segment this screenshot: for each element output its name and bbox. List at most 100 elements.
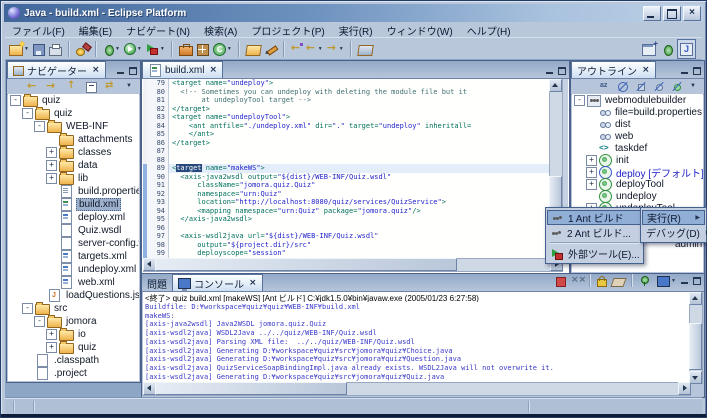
console-maximize-icon[interactable] xyxy=(692,276,701,285)
back-button[interactable] xyxy=(25,78,40,96)
outline-tree-item[interactable]: web xyxy=(572,130,703,142)
scroll-up-icon[interactable] xyxy=(549,79,562,92)
code-line[interactable]: 91 className="jomora.quiz.Quiz" xyxy=(143,181,551,190)
menubar-item[interactable]: ヘルプ(H) xyxy=(460,22,518,37)
collapse-icon[interactable]: - xyxy=(574,95,585,106)
expand-icon[interactable]: + xyxy=(46,147,57,158)
outline-close-icon[interactable]: × xyxy=(642,65,650,75)
navigator-tree-item[interactable]: undeploy.xml xyxy=(8,263,139,276)
console-tab-problems[interactable]: 問題 xyxy=(142,275,172,291)
navigator-tree-item[interactable]: web.xml xyxy=(8,276,139,289)
menubar-item[interactable]: 検索(A) xyxy=(197,22,244,37)
expand-icon[interactable]: + xyxy=(586,155,597,166)
view-menu-button[interactable] xyxy=(688,78,700,96)
navigator-tree-item[interactable]: -WEB-INF xyxy=(8,120,139,133)
menu-item[interactable]: 2 Ant ビルド... xyxy=(547,225,642,240)
collapse-icon[interactable]: - xyxy=(34,316,45,327)
menubar-item[interactable]: 実行(R) xyxy=(332,22,380,37)
navigator-tree-item[interactable]: loadQuestions.jsp xyxy=(8,289,139,302)
expand-icon[interactable]: + xyxy=(586,179,597,190)
code-line[interactable]: 99 deployscope="session" xyxy=(143,249,551,258)
navigator-tree-item[interactable]: build.xml xyxy=(8,198,139,211)
forward-button[interactable] xyxy=(44,78,59,96)
navigator-tree-item[interactable]: Quiz.wsdl xyxy=(8,224,139,237)
save-button[interactable] xyxy=(31,40,47,58)
expand-icon[interactable]: + xyxy=(46,329,57,340)
editor-maximize-icon[interactable] xyxy=(557,66,566,75)
outline-tree-item[interactable]: dist xyxy=(572,118,703,130)
navigator-tree-item[interactable]: deploy.xml xyxy=(8,211,139,224)
collapse-icon[interactable]: - xyxy=(22,303,33,314)
navigator-tree-item[interactable]: +data xyxy=(8,159,139,172)
collapse-all-button[interactable] xyxy=(84,78,99,96)
sort-button[interactable] xyxy=(598,78,612,96)
code-line[interactable]: 90 <axis-java2wsdl output="${dist}/WEB-I… xyxy=(143,173,551,182)
up-button[interactable] xyxy=(63,78,80,96)
navigator-tab[interactable]: ナビゲーター × xyxy=(7,61,106,78)
code-line[interactable]: 95 </axis-java2wsdl> xyxy=(143,215,551,224)
code-line[interactable]: 79<target name="undeploy"> xyxy=(143,79,551,88)
outline-tree-item[interactable]: taskdef xyxy=(572,142,703,154)
scroll-right-icon[interactable] xyxy=(678,382,691,395)
outline-tree-item[interactable]: -webmodulebuilder xyxy=(572,94,703,106)
editor-minimize-icon[interactable] xyxy=(545,66,554,75)
code-line[interactable]: 85 </ant> xyxy=(143,130,551,139)
perspective-debug-button[interactable] xyxy=(660,40,675,58)
code-line[interactable]: 87 xyxy=(143,147,551,156)
navigator-minimize-icon[interactable] xyxy=(116,66,125,75)
navigator-tree-item[interactable]: +classes xyxy=(8,146,139,159)
filter-properties-button[interactable] xyxy=(652,78,666,96)
new-wizard-button[interactable]: ▼ xyxy=(7,40,31,58)
navigator-tree-item[interactable]: -quiz xyxy=(8,107,139,120)
open-perspective-button[interactable] xyxy=(640,40,658,58)
open-file-button[interactable] xyxy=(244,40,263,58)
console-vscrollbar[interactable] xyxy=(689,292,703,384)
navigator-tree-item[interactable]: -src xyxy=(8,302,139,315)
hide-internal-button[interactable] xyxy=(616,78,630,96)
menubar-item[interactable]: プロジェクト(P) xyxy=(244,22,331,37)
outline-maximize-icon[interactable] xyxy=(692,66,701,75)
code-line[interactable]: 89<target name="makeWS"> xyxy=(143,164,551,173)
console-hscrollbar[interactable] xyxy=(143,382,691,396)
navigator-tree-item[interactable]: targets.xml xyxy=(8,250,139,263)
maximize-button[interactable] xyxy=(663,6,681,21)
code-line[interactable]: 93 location="http://localhost:8080/quiz/… xyxy=(143,198,551,207)
collapse-icon[interactable]: - xyxy=(10,95,21,106)
navigator-tree-item[interactable]: build.properties xyxy=(8,185,139,198)
perspective-java-button[interactable] xyxy=(677,39,696,59)
view-menu-button[interactable] xyxy=(124,78,136,96)
expand-icon[interactable]: + xyxy=(46,342,57,353)
code-line[interactable]: 97 <axis-wsdl2java url="${dist}/WEB-INF/… xyxy=(143,232,551,241)
minimize-button[interactable] xyxy=(643,6,661,21)
console-vscroll-thumb[interactable] xyxy=(689,323,702,370)
code-line[interactable]: 83<target name="undeployTool"> xyxy=(143,113,551,122)
navigator-maximize-icon[interactable] xyxy=(128,66,137,75)
navigator-tree-item[interactable]: +quiz xyxy=(8,341,139,354)
clear-console-button[interactable] xyxy=(611,273,626,288)
filter-imports-button[interactable] xyxy=(634,78,648,96)
code-line[interactable]: 88 xyxy=(143,156,551,165)
navigator-tree-item[interactable]: +io xyxy=(8,328,139,341)
expand-icon[interactable]: + xyxy=(46,160,57,171)
new-java-project-button[interactable] xyxy=(177,40,195,58)
open-console-button[interactable]: ▼ xyxy=(656,273,677,288)
last-edit-button[interactable] xyxy=(289,40,304,58)
code-line[interactable]: 86</target> xyxy=(143,139,551,148)
collapse-icon[interactable]: - xyxy=(34,121,45,132)
menu-item[interactable]: 実行(R)▶ xyxy=(642,210,705,225)
link-editor-button[interactable] xyxy=(103,78,120,96)
code-line[interactable]: 81 at undeployTool target --> xyxy=(143,96,551,105)
filter-targets-button[interactable] xyxy=(670,78,684,96)
pin-console-button[interactable] xyxy=(638,273,653,288)
collapse-icon[interactable]: - xyxy=(22,108,33,119)
external-tools-button[interactable]: ▼ xyxy=(144,40,167,58)
expand-icon[interactable]: + xyxy=(46,173,57,184)
navigator-tree-item[interactable]: +lib xyxy=(8,172,139,185)
navigator-tree-item[interactable]: -jomora xyxy=(8,315,139,328)
code-line[interactable]: 80 <!-- Sometimes you can undeploy with … xyxy=(143,88,551,97)
code-editor[interactable]: 79<target name="undeploy">80 <!-- Someti… xyxy=(143,79,551,260)
menu-item[interactable]: 外部ツール(E)... xyxy=(547,246,642,261)
outline-minimize-icon[interactable] xyxy=(680,66,689,75)
title-bar[interactable]: Java - build.xml - Eclipse Platform × xyxy=(4,4,703,22)
editor-tab-close-icon[interactable]: × xyxy=(209,65,217,75)
